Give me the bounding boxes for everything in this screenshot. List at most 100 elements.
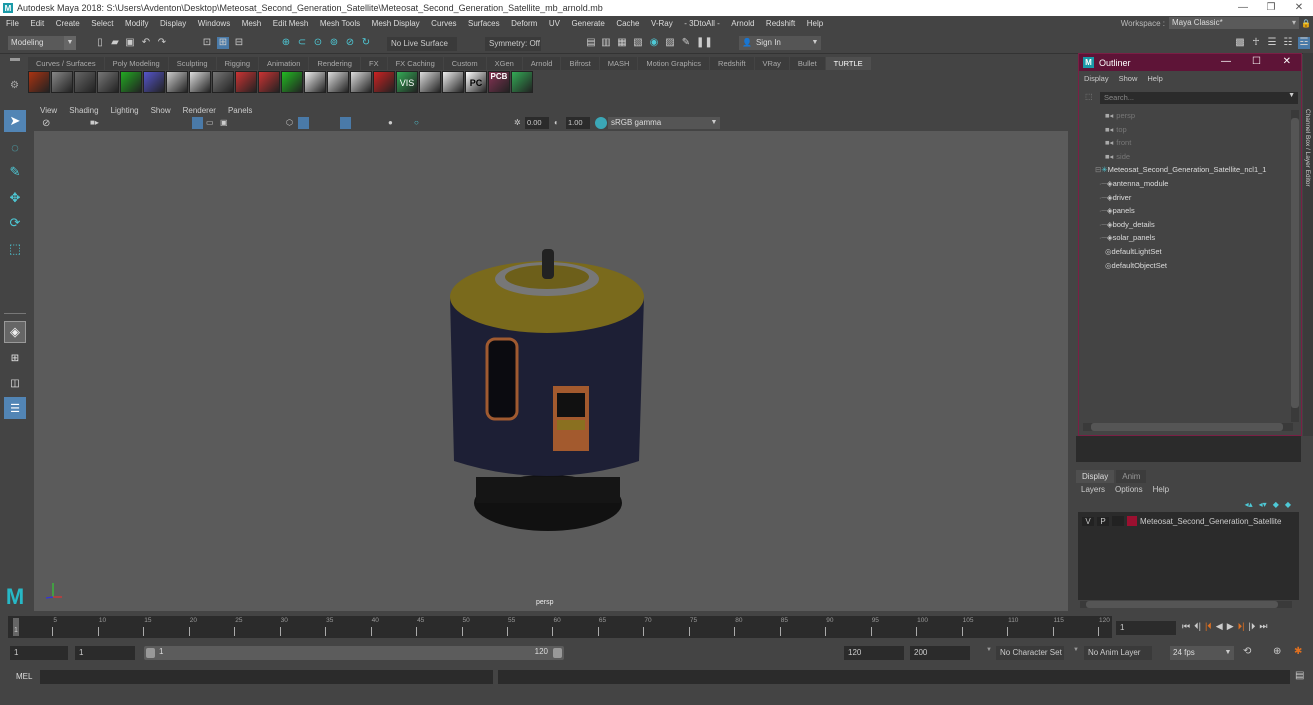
render-settings-icon[interactable]: ▧: [632, 37, 644, 49]
shelf-gear-icon[interactable]: ⚙: [10, 80, 19, 91]
shelf-tab-vray[interactable]: VRay: [754, 57, 789, 70]
current-frame-marker[interactable]: 1: [13, 618, 19, 636]
snap-view-icon[interactable]: ⊚: [328, 37, 340, 49]
loop-icon[interactable]: ⟲: [1243, 646, 1251, 657]
playback-start-field[interactable]: 1: [75, 646, 135, 660]
outliner-item-defaultObjectSet[interactable]: ◎ defaultObjectSet: [1105, 259, 1167, 272]
outliner-layout-icon[interactable]: ☰: [4, 397, 26, 419]
select-tool-icon[interactable]: ➤: [4, 110, 26, 132]
two-pane-layout-icon[interactable]: ◫: [4, 372, 26, 394]
blocks-icon[interactable]: [304, 71, 326, 93]
go-to-start-icon[interactable]: ⏮: [1182, 621, 1190, 632]
move-layer-down-icon[interactable]: ◂▾: [1259, 500, 1267, 509]
human-ik-icon[interactable]: ☥: [1250, 37, 1262, 49]
close-button[interactable]: ✕: [1285, 0, 1313, 16]
pcb-icon[interactable]: PCB: [488, 71, 510, 93]
gamma-field[interactable]: 1.00: [566, 117, 590, 129]
menu-mesh-tools[interactable]: Mesh Tools: [314, 19, 366, 28]
snap-curve-icon[interactable]: ⊂: [296, 37, 308, 49]
layer-playback-toggle[interactable]: P: [1097, 516, 1109, 526]
shelf-tab-custom[interactable]: Custom: [443, 57, 486, 70]
menu-mesh-display[interactable]: Mesh Display: [366, 19, 426, 28]
outliner-filter-icon[interactable]: ⬚: [1085, 92, 1093, 101]
ambient-occlusion-icon[interactable]: ○: [414, 118, 419, 127]
smooth-shade-icon[interactable]: [298, 117, 309, 129]
menu-select[interactable]: Select: [85, 19, 119, 28]
mel-label[interactable]: MEL: [16, 672, 32, 681]
go-to-end-icon[interactable]: ⏭: [1259, 621, 1267, 632]
viewport-menu-panels[interactable]: Panels: [222, 104, 258, 117]
outliner-maximize-button[interactable]: ☐: [1252, 56, 1261, 67]
layer-menu-layers[interactable]: Layers: [1076, 485, 1110, 494]
new-scene-icon[interactable]: ▯: [94, 37, 106, 49]
character-set-field[interactable]: No Character Set: [996, 646, 1064, 660]
rotate-tool-icon[interactable]: ⟳: [4, 212, 26, 234]
film-gate-icon[interactable]: ▭: [206, 118, 214, 127]
ipr-render-icon[interactable]: ▦: [616, 37, 628, 49]
layer-tab-display[interactable]: Display: [1076, 470, 1115, 483]
shelf-tab-curves-surfaces[interactable]: Curves / Surfaces: [28, 57, 104, 70]
layer-menu-options[interactable]: Options: [1110, 485, 1148, 494]
panel-icon[interactable]: [442, 71, 464, 93]
menu-help[interactable]: Help: [801, 19, 829, 28]
lock-icon[interactable]: 🔒: [1299, 19, 1313, 28]
outliner-menu-show[interactable]: Show: [1114, 74, 1143, 83]
box-sphere-icon[interactable]: [51, 71, 73, 93]
layer-tab-anim[interactable]: Anim: [1116, 470, 1147, 483]
layer-reference-toggle[interactable]: [1112, 516, 1124, 526]
anim-preferences-icon[interactable]: ✱: [1294, 646, 1302, 657]
undo-icon[interactable]: ↶: [140, 37, 152, 49]
step-forward-frame-icon[interactable]: |⏵: [1248, 621, 1255, 632]
shelf-tab-animation[interactable]: Animation: [259, 57, 309, 70]
arnold-render-icon[interactable]: ✎: [680, 37, 692, 49]
red-torus-icon[interactable]: [373, 71, 395, 93]
workspace-dropdown[interactable]: Maya Classic*: [1169, 17, 1299, 29]
outliner-vertical-scrollbar[interactable]: [1291, 110, 1299, 422]
menu-cache[interactable]: Cache: [610, 19, 645, 28]
range-end-handle[interactable]: [553, 648, 562, 658]
white-sphere-icon[interactable]: [327, 71, 349, 93]
select-hierarchy-icon[interactable]: ⊡: [201, 37, 213, 49]
grid-toggle-icon[interactable]: [192, 117, 203, 129]
pause-icon[interactable]: ❚❚: [696, 37, 713, 49]
viewport-menu-view[interactable]: View: [34, 104, 63, 117]
menu-3dtoall[interactable]: - 3DtoAll -: [678, 19, 725, 28]
shelf-tab-fx[interactable]: FX: [360, 57, 387, 70]
menu-generate[interactable]: Generate: [565, 19, 610, 28]
layer-row[interactable]: V P Meteosat_Second_Generation_Satellite: [1078, 515, 1299, 527]
search-dropdown-icon[interactable]: ▼: [1288, 92, 1295, 99]
gamma-icon[interactable]: ◐: [554, 118, 559, 127]
no-bake-icon[interactable]: [419, 71, 441, 93]
viewport-menu-renderer[interactable]: Renderer: [177, 104, 222, 117]
paint-select-tool-icon[interactable]: ✎: [4, 161, 26, 183]
perspective-viewport[interactable]: persp: [34, 131, 1068, 611]
channel-box-side-tab[interactable]: Channel Box / Layer Editor: [1303, 53, 1313, 436]
layer-color-swatch[interactable]: [1127, 516, 1137, 526]
outliner-minimize-button[interactable]: —: [1221, 56, 1231, 67]
xray-icon[interactable]: [340, 117, 351, 129]
playback-end-field[interactable]: 120: [844, 646, 904, 660]
green-sphere-icon[interactable]: [281, 71, 303, 93]
outliner-item-panels[interactable]: ·─ ◈ panels: [1099, 204, 1135, 217]
select-object-icon[interactable]: ⊞: [217, 37, 229, 49]
shelf-tab-fx-caching[interactable]: FX Caching: [387, 57, 443, 70]
attribute-editor-icon[interactable]: ☰: [1266, 37, 1278, 49]
range-start-handle[interactable]: [146, 648, 155, 658]
snap-vertex-icon[interactable]: ↻: [360, 37, 372, 49]
four-pane-layout-icon[interactable]: ⊞: [4, 347, 26, 369]
range-slider[interactable]: 1 120: [144, 646, 564, 660]
fps-dropdown[interactable]: 24 fps ▼: [1170, 646, 1234, 660]
menu-v-ray[interactable]: V-Ray: [645, 19, 678, 28]
scale-tool-icon[interactable]: ⬚: [4, 238, 26, 260]
play-backward-icon[interactable]: ◀: [1216, 621, 1223, 632]
render-frame-icon[interactable]: ▤: [585, 37, 597, 49]
auto-key-icon[interactable]: ⊕: [1273, 646, 1281, 657]
menu-display[interactable]: Display: [154, 19, 192, 28]
outliner-item-top[interactable]: ■◂ top: [1105, 123, 1127, 136]
menu-curves[interactable]: Curves: [425, 19, 462, 28]
outliner-horizontal-scrollbar[interactable]: [1083, 423, 1293, 431]
shelf-tab-bifrost[interactable]: Bifrost: [561, 57, 599, 70]
color-management-icon[interactable]: [595, 117, 607, 129]
menu-modify[interactable]: Modify: [119, 19, 154, 28]
snap-surface-icon[interactable]: ⊘: [344, 37, 356, 49]
